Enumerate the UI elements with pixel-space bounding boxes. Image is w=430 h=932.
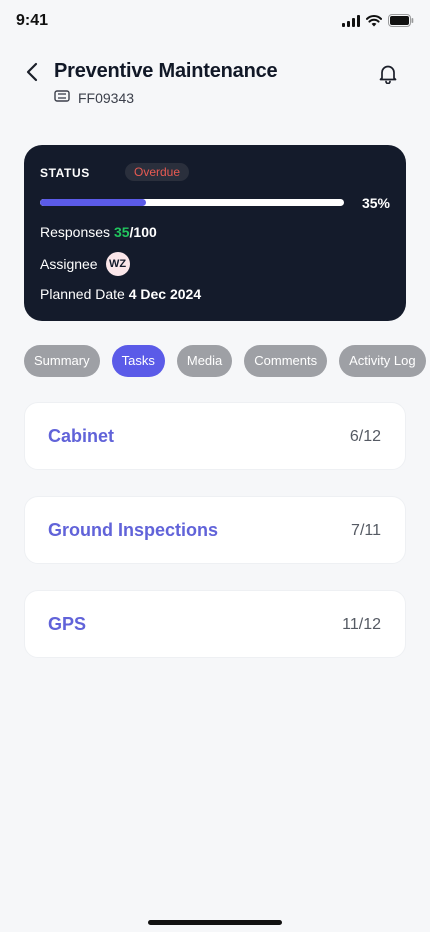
tab-bar[interactable]: Summary Tasks Media Comments Activity Lo… [24,345,430,377]
status-card: STATUS Overdue 35% Responses 35/100 Assi… [24,145,406,321]
planned-date-row: Planned Date 4 Dec 2024 [40,286,201,302]
task-name: Ground Inspections [48,520,219,540]
home-indicator [148,920,282,925]
header: Preventive Maintenance FF09343 [0,54,430,114]
tab-summary[interactable]: Summary [24,345,100,377]
battery-icon [388,14,414,32]
responses-label: Responses [40,224,114,240]
tab-activity-log[interactable]: Activity Log [339,345,426,377]
page-title: Preventive Maintenance [54,60,278,82]
task-card-ground-inspections[interactable]: Ground Inspections 7/11 [24,496,406,564]
assignee-row: Assignee WZ [40,252,130,276]
status-label: STATUS [40,166,90,180]
status-icons [342,14,414,32]
task-card-gps[interactable]: GPS 11/12 [24,590,406,658]
planned-date-label: Planned Date [40,286,129,302]
tab-comments[interactable]: Comments [244,345,328,377]
avatar[interactable]: WZ [105,252,130,276]
tab-media[interactable]: Media [176,345,233,377]
bell-icon [379,64,397,89]
task-count: 7/11 [351,522,381,539]
planned-date: 4 Dec 2024 [128,286,202,302]
back-button[interactable] [20,62,44,86]
task-card-cabinet[interactable]: Cabinet 6/12 [24,402,406,470]
task-name: GPS [48,614,87,634]
notifications-button[interactable] [376,64,400,88]
ticket-icon [54,89,70,107]
responses-done: 35 [113,224,130,240]
status-badge: Overdue [125,163,190,181]
tab-tasks[interactable]: Tasks [111,345,165,377]
task-name: Cabinet [48,426,115,446]
chevron-left-icon [25,62,39,87]
assignee-label: Assignee [40,256,98,272]
wifi-icon [366,14,382,32]
progress-percent: 35% [361,195,390,211]
progress-bar [40,199,344,206]
ticket-row: FF09343 [54,89,134,107]
cellular-signal-icon [342,14,360,32]
progress-fill [40,199,147,206]
task-count: 6/12 [349,428,381,445]
ticket-id: FF09343 [78,90,135,106]
task-count: 11/12 [342,616,381,633]
responses-row: Responses 35/100 [40,224,157,240]
status-bar: 9:41 [0,0,430,44]
responses-total: /100 [129,224,157,240]
status-time: 9:41 [16,12,49,29]
